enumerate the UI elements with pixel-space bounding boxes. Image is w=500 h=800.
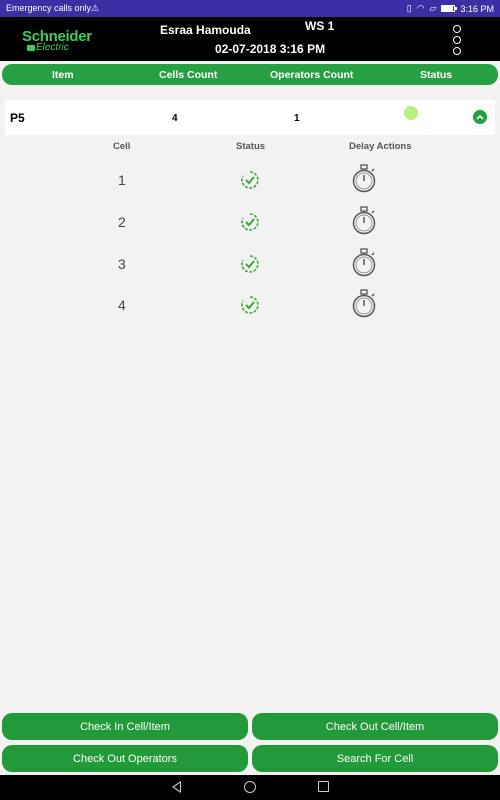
column-cells-count: Cells Count	[159, 69, 218, 81]
cells-header-cell: Cell	[113, 141, 131, 152]
cells-header-status: Status	[236, 141, 266, 152]
status-bar-icons: ▯ ◠ ▱ 3:16 PM	[407, 3, 494, 14]
home-icon[interactable]	[244, 781, 256, 793]
column-status: Status	[420, 69, 453, 81]
check-out-button[interactable]: Check Out Cell/Item	[252, 713, 498, 740]
item-operators-count: 1	[294, 113, 300, 124]
clock-text: 3:16 PM	[460, 3, 494, 14]
back-icon[interactable]	[172, 781, 181, 793]
workstation-label: WS 1	[305, 19, 335, 33]
cell-number: 1	[118, 172, 126, 188]
item-name: P5	[10, 111, 25, 125]
cell-row: 4	[0, 289, 500, 323]
stopwatch-icon[interactable]	[350, 289, 378, 319]
system-nav-bar	[0, 775, 500, 800]
cell-number: 2	[118, 214, 126, 230]
chevron-up-icon	[476, 114, 484, 120]
app-header: Schneider Electric Esraa Hamouda WS 1 02…	[0, 17, 500, 61]
stopwatch-icon[interactable]	[350, 248, 378, 278]
menu-dot-icon	[453, 25, 461, 33]
brand-mark-icon	[27, 45, 35, 51]
check-in-button[interactable]: Check In Cell/Item	[2, 713, 248, 740]
cell-row: 3	[0, 248, 500, 282]
menu-dot-icon	[453, 36, 461, 44]
overflow-menu-button[interactable]	[449, 25, 465, 55]
search-cell-button[interactable]: Search For Cell	[252, 745, 498, 772]
cells-header-delay: Delay Actions	[349, 141, 412, 152]
item-status-indicator	[404, 106, 418, 120]
cell-number: 4	[118, 297, 126, 313]
collapse-button[interactable]	[473, 110, 487, 124]
cell-row: 1	[0, 164, 500, 198]
sim-icon: ▱	[429, 3, 437, 13]
stopwatch-icon[interactable]	[350, 164, 378, 194]
check-circle-icon	[241, 255, 259, 273]
user-name: Esraa Hamouda	[160, 23, 251, 37]
system-status-bar: Emergency calls only⚠ ▯ ◠ ▱ 3:16 PM	[0, 0, 500, 17]
column-operators-count: Operators Count	[270, 69, 354, 81]
battery-icon	[441, 5, 458, 12]
check-circle-icon	[241, 171, 259, 189]
menu-dot-icon	[453, 47, 461, 55]
wifi-icon: ◠	[416, 3, 425, 13]
cell-row: 2	[0, 206, 500, 240]
item-cells-count: 4	[172, 113, 178, 124]
datetime-label: 02-07-2018 3:16 PM	[215, 42, 326, 56]
vibrate-icon: ▯	[406, 3, 412, 13]
check-out-operators-button[interactable]: Check Out Operators	[2, 745, 248, 772]
brand-logo: Schneider Electric	[22, 29, 92, 53]
item-row[interactable]: P5 4 1	[5, 100, 495, 135]
recent-apps-icon[interactable]	[318, 781, 329, 792]
network-status-text: Emergency calls only⚠	[6, 3, 100, 13]
column-item: Item	[52, 69, 74, 81]
cell-number: 3	[118, 256, 126, 272]
check-circle-icon	[241, 213, 259, 231]
items-column-header: Item Cells Count Operators Count Status	[2, 64, 498, 85]
check-circle-icon	[241, 296, 259, 314]
stopwatch-icon[interactable]	[350, 206, 378, 236]
